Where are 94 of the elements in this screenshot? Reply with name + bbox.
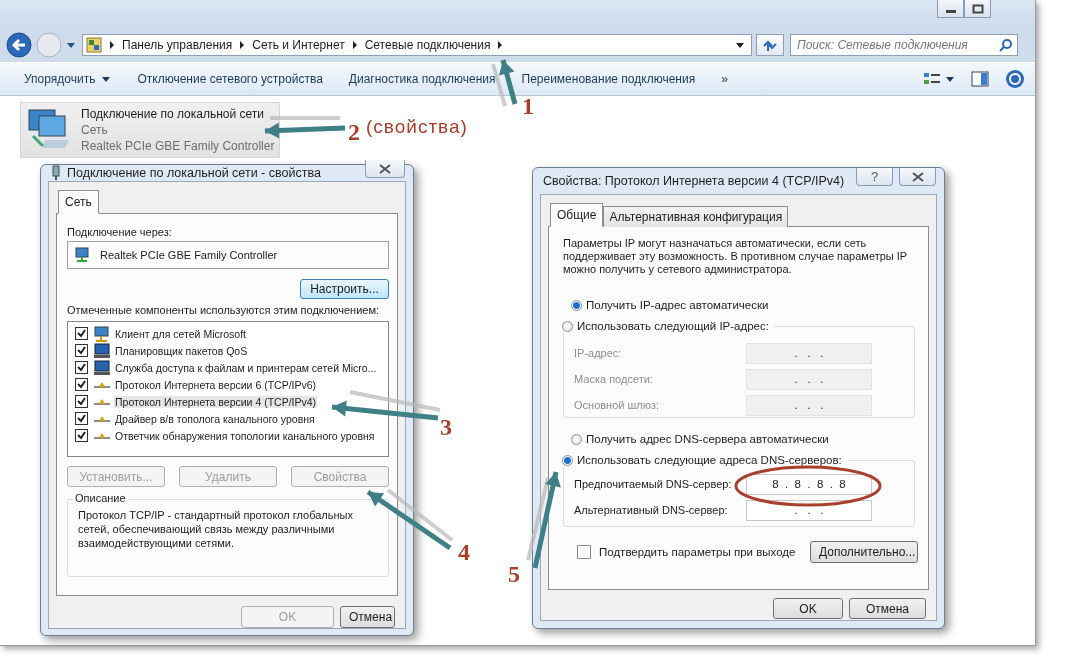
more-button[interactable]: »: [713, 68, 736, 90]
tab[interactable]: Общие: [550, 203, 604, 227]
field-label: Альтернативный DNS-сервер:: [574, 504, 729, 516]
intro-text: Параметры IP могут назначаться автоматически, если сеть поддерживает эту возможность. В противном случае параметры IP можно получить у сетевого администратора.: [563, 237, 908, 276]
protocol-icon: [94, 432, 110, 439]
field-label: IP-адрес:: [574, 347, 623, 359]
toolbar-button[interactable]: Переименование подключения: [513, 68, 704, 90]
annotation-note: (свойства): [366, 116, 468, 138]
close-button[interactable]: [899, 168, 936, 186]
protocol-icon: [94, 398, 110, 405]
checkbox[interactable]: [75, 412, 88, 425]
component-name[interactable]: Протокол Интернета версии 4 (TCP/IPv4): [114, 395, 318, 408]
search-field[interactable]: Поиск: Сетевые подключения: [790, 34, 1018, 56]
adapter-name: Realtek PCIe GBE Family Controller: [100, 249, 278, 261]
tab[interactable]: Альтернативная конфигурация: [603, 206, 789, 227]
network-computer-icon: [93, 325, 111, 342]
validate-checkbox[interactable]: Подтвердить параметры при выходе: [577, 545, 796, 559]
chevron-icon: [351, 41, 358, 49]
components-label: Отмеченные компоненты используются этим подключением:: [67, 304, 381, 316]
computer-icon: [93, 359, 111, 376]
component-name[interactable]: Планировщик пакетов QoS: [114, 344, 249, 357]
dialog-button[interactable]: OK: [773, 598, 843, 619]
preview-pane-icon[interactable]: [971, 71, 989, 87]
protocol-icon: [94, 415, 110, 422]
checkbox[interactable]: [75, 361, 88, 374]
radio-option[interactable]: Получить IP-адрес автоматически: [571, 298, 922, 312]
description-text: Протокол TCP/IP - стандартный протокол глобальных сетей, обеспечивающий связь между различными взаимодействующими сетями.: [78, 508, 354, 550]
caret-icon: [101, 75, 112, 83]
step-number: 3: [440, 415, 452, 439]
tab[interactable]: Сеть: [58, 190, 99, 214]
breadcrumb[interactable]: Панель управления: [122, 38, 233, 52]
computer-icon: [93, 342, 111, 359]
component-name[interactable]: Клиент для сетей Microsoft: [114, 327, 247, 340]
advanced-button[interactable]: Дополнительно...: [810, 541, 918, 563]
back-icon[interactable]: [6, 32, 32, 58]
radio-option[interactable]: Получить адрес DNS-сервера автоматически: [571, 432, 922, 446]
chevron-icon: [497, 41, 504, 49]
configure-button[interactable]: Настроить...: [300, 279, 389, 299]
network-name: Сеть: [81, 122, 109, 138]
adapter-name: Realtek PCIe GBE Family Controller: [81, 138, 275, 154]
search-icon: [999, 38, 1013, 52]
dropdown-icon[interactable]: [735, 41, 745, 49]
maximize-button[interactable]: [964, 0, 991, 18]
chevron-icon: [109, 41, 115, 49]
checkbox[interactable]: [75, 344, 88, 357]
protocol-icon: [94, 381, 110, 388]
field-label: Предпочитаемый DNS-сервер:: [574, 478, 733, 490]
breadcrumb[interactable]: Сетевые подключения: [364, 38, 491, 52]
caret-icon[interactable]: [945, 75, 955, 83]
view-icon[interactable]: [923, 71, 941, 87]
toolbar-button[interactable]: Диагностика подключения: [340, 68, 504, 90]
refresh-icon: [762, 38, 778, 52]
connection-name: Подключение по локальной сети: [81, 106, 265, 122]
connection-item[interactable]: Подключение по локальной сети Сеть Realtek PCIe GBE Family Controller: [20, 102, 280, 158]
network-adapter-icon: [74, 247, 92, 263]
caret-icon[interactable]: [66, 41, 76, 49]
checkbox[interactable]: [75, 429, 88, 442]
field-label: Маска подсети:: [574, 373, 654, 385]
connector-icon: [51, 165, 61, 181]
step-number: 1: [522, 94, 534, 118]
chevron-icon: [239, 41, 246, 49]
close-icon: [379, 163, 391, 174]
step-number: 2: [348, 120, 360, 144]
radio-option[interactable]: Использовать следующие адреса DNS-серверов:: [562, 453, 848, 467]
group-title: Описание: [73, 492, 128, 504]
checkbox[interactable]: [75, 378, 88, 391]
checkbox[interactable]: [75, 395, 88, 408]
maximize-icon: [971, 3, 984, 14]
breadcrumb[interactable]: Сеть и Интернет: [252, 38, 345, 52]
component-name[interactable]: Служба доступа к файлам и принтерам сетей Micro...: [114, 361, 378, 374]
refresh-button[interactable]: [756, 34, 784, 56]
dialog-title: Подключение по локальной сети - свойства: [67, 166, 321, 180]
ip-address-field[interactable]: 8 . 8 . 8 . 8: [746, 473, 872, 495]
help-button[interactable]: ?: [856, 168, 894, 186]
component-name[interactable]: Ответчик обнаружения топологии канального уровня: [114, 429, 376, 442]
step-number: 4: [458, 540, 470, 564]
toolbar-button[interactable]: Упорядочить: [16, 68, 120, 90]
close-button[interactable]: [365, 160, 405, 178]
radio-option[interactable]: Использовать следующий IP-адрес:: [562, 319, 775, 333]
control-panel-icon: [86, 37, 102, 53]
dialog-button[interactable]: Отмена: [340, 606, 395, 628]
checkbox[interactable]: [75, 327, 88, 340]
dialog-button[interactable]: Отмена: [849, 598, 926, 619]
minimize-button[interactable]: [937, 0, 964, 18]
component-name[interactable]: Протокол Интернета версии 6 (TCP/IPv6): [114, 378, 318, 391]
address-bar[interactable]: Панель управления Сеть и Интернет Сетевые подключения: [82, 34, 752, 56]
connect-using-label: Подключение через:: [67, 226, 173, 238]
dialog-title: Свойства: Протокол Интернета версии 4 (TCP/IPv4): [543, 174, 845, 188]
toolbar-button[interactable]: Отключение сетевого устройства: [129, 68, 331, 90]
step-number: 5: [508, 562, 520, 586]
field-label: Основной шлюз:: [574, 399, 661, 411]
component-name[interactable]: Драйвер в/в тополога канального уровня: [114, 412, 316, 425]
help-icon[interactable]: [1005, 69, 1025, 89]
close-icon: [911, 171, 924, 182]
